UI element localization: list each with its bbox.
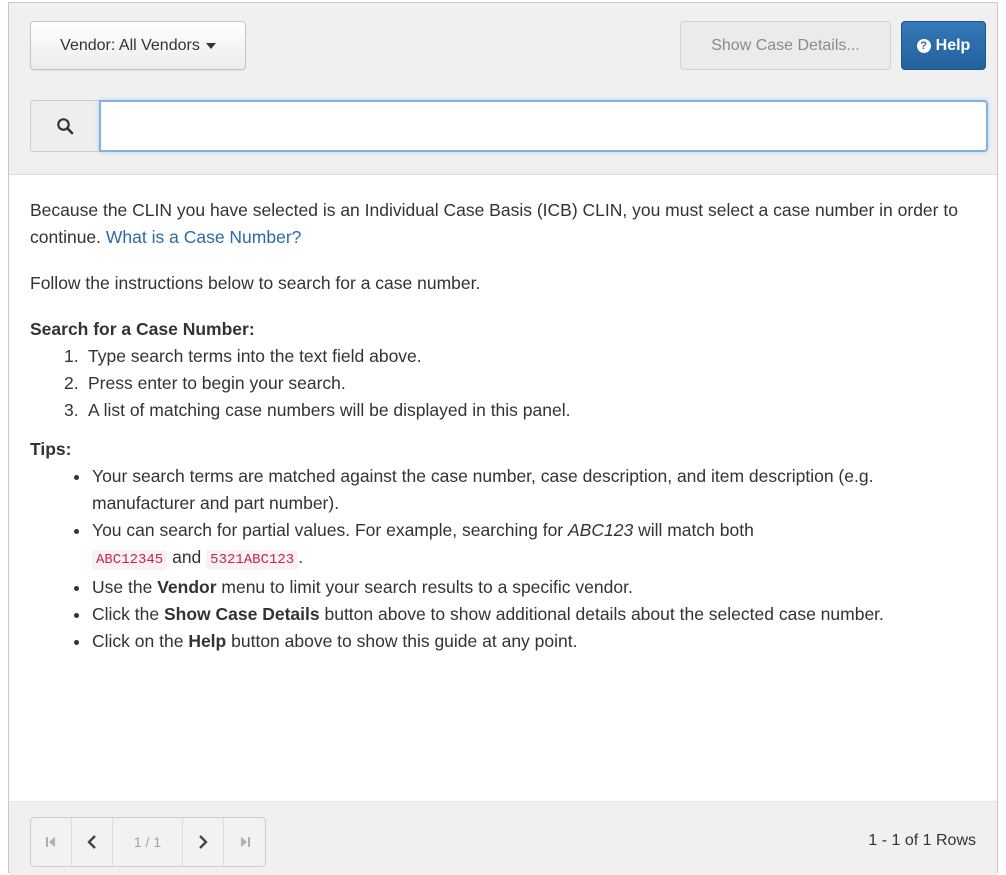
tips-heading: Tips: (30, 439, 72, 459)
intro-paragraph: Because the CLIN you have selected is an… (30, 197, 980, 251)
show-case-details-label: Show Case Details... (711, 36, 860, 54)
help-button[interactable]: ? Help (901, 21, 986, 70)
question-circle-icon: ? (916, 38, 931, 53)
list-item: 3. A list of matching case numbers will b… (64, 400, 571, 420)
rows-count: 1 - 1 of 1 Rows (868, 832, 976, 849)
list-item: Your search terms are matched against th… (30, 463, 980, 517)
search-input[interactable] (99, 100, 988, 152)
next-page-button[interactable] (183, 818, 224, 866)
search-icon (57, 118, 74, 135)
search-steps-list: 1. Type search terms into the text field … (30, 343, 980, 424)
list-item: You can search for partial values. For e… (30, 517, 980, 574)
list-item: 1. Type search terms into the text field … (64, 346, 422, 366)
page-indicator: 1 / 1 (113, 818, 183, 866)
instructions-content: Because the CLIN you have selected is an… (30, 197, 980, 655)
show-case-details-button[interactable]: Show Case Details... (680, 21, 891, 70)
vendor-dropdown-label: Vendor: All Vendors (60, 36, 200, 54)
example-code: 5321ABC123 (206, 550, 299, 570)
search-addon (30, 100, 99, 152)
list-item: Use the Vendor menu to limit your search… (30, 574, 980, 601)
next-page-icon (199, 835, 208, 849)
follow-paragraph: Follow the instructions below to search … (30, 273, 481, 293)
help-label: Help (935, 36, 971, 54)
first-page-icon (46, 837, 55, 847)
list-item: 2. Press enter to begin your search. (64, 373, 346, 393)
search-heading: Search for a Case Number: (30, 319, 255, 339)
last-page-button[interactable] (224, 818, 265, 866)
list-item: Click on the Help button above to show t… (30, 628, 980, 655)
footer: 1 / 1 1 - 1 of 1 Rows (9, 801, 997, 875)
list-item: Click the Show Case Details button above… (30, 601, 980, 628)
last-page-icon (240, 837, 250, 847)
toolbar: Vendor: All Vendors Show Case Details...… (9, 3, 997, 175)
vendor-dropdown-button[interactable]: Vendor: All Vendors (30, 21, 246, 70)
example-code: ABC12345 (92, 550, 168, 570)
pagination: 1 / 1 (30, 817, 266, 867)
what-is-case-number-link[interactable]: What is a Case Number? (106, 227, 302, 247)
example-term: ABC123 (568, 520, 634, 540)
prev-page-icon (87, 835, 96, 849)
prev-page-button[interactable] (72, 818, 113, 866)
first-page-button[interactable] (31, 818, 72, 866)
case-number-panel: Vendor: All Vendors Show Case Details...… (8, 2, 998, 875)
caret-down-icon (205, 42, 216, 49)
tips-list: Your search terms are matched against th… (30, 463, 980, 655)
